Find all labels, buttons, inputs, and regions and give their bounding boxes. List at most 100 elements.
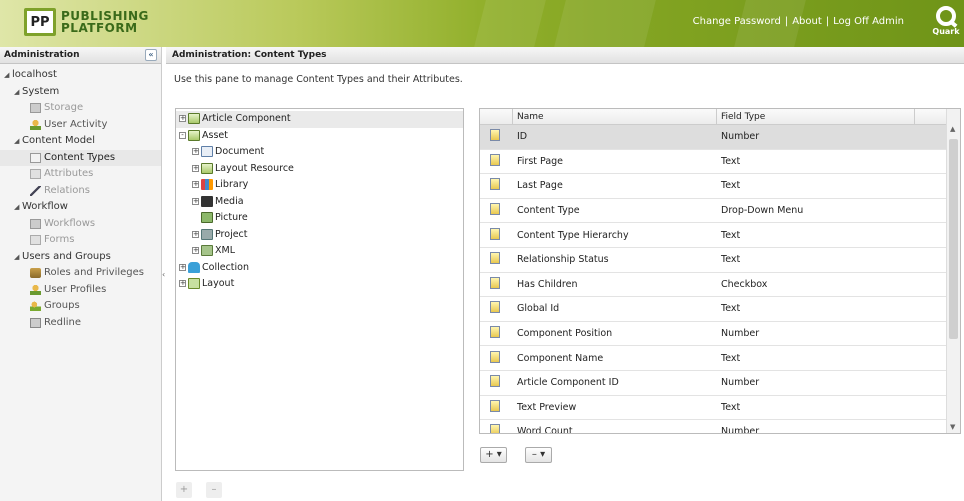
attribute-icon [490, 203, 500, 216]
sidebar-item-label: Users and Groups [22, 250, 111, 262]
sidebar-title: Administration [4, 50, 80, 60]
sidebar-item-label: Roles and Privileges [44, 267, 145, 278]
attribute-name-cell: Text Preview [517, 401, 577, 413]
content-type-label: Project [215, 228, 248, 240]
quark-logo: Quark [928, 6, 964, 42]
content-type-node[interactable]: + Layout [176, 276, 463, 293]
sidebar-item-label: Attributes [44, 168, 94, 179]
sidebar-item-attributes[interactable]: Attributes [0, 166, 161, 183]
layout-resource-icon [201, 162, 213, 174]
content-type-label: Article Component [202, 113, 291, 124]
sidebar-item-relations[interactable]: Relations [0, 183, 161, 200]
sidebar-item-groups[interactable]: Groups [0, 298, 161, 315]
sidebar-item-users-and-groups[interactable]: ◢ Users and Groups [0, 249, 161, 266]
collapse-sidebar-button[interactable]: « [145, 49, 157, 61]
content-type-node[interactable]: + Media [176, 194, 463, 211]
expand-node-icon[interactable]: + [192, 197, 199, 205]
sidebar-item-workflows[interactable]: Workflows [0, 216, 161, 233]
table-row[interactable]: Word Count Number [480, 420, 960, 434]
change-password-link[interactable]: Change Password [693, 16, 781, 27]
top-links: Change Password | About | Log Off Admin [693, 16, 904, 27]
column-header-icon[interactable] [480, 109, 513, 124]
content-type-node[interactable]: + XML [176, 243, 463, 260]
table-row[interactable]: Relationship Status Text [480, 248, 960, 273]
sidebar-item-roles-and-privileges[interactable]: Roles and Privileges [0, 265, 161, 282]
table-row[interactable]: Article Component ID Number [480, 371, 960, 396]
sidebar-item-content-model[interactable]: ◢ Content Model [0, 133, 161, 150]
expand-node-icon[interactable]: + [192, 164, 199, 172]
sidebar-item-content-types[interactable]: Content Types [0, 149, 161, 166]
collapse-node-icon[interactable]: - [179, 131, 186, 139]
sidebar-item-user-activity[interactable]: User Activity [0, 117, 161, 134]
relations-icon [30, 185, 41, 196]
add-content-type-button[interactable]: + [176, 482, 192, 498]
expand-node-icon[interactable]: + [179, 115, 186, 122]
content-type-node[interactable]: - Asset [176, 128, 463, 145]
table-row[interactable]: Global Id Text [480, 297, 960, 322]
content-type-label: Layout [202, 278, 235, 289]
column-header-name[interactable]: Name [513, 109, 717, 124]
content-type-label: Picture [215, 212, 248, 223]
content-type-node[interactable]: Picture [176, 210, 463, 227]
asset-icon [188, 129, 200, 141]
expand-node-icon[interactable]: + [179, 280, 186, 287]
table-row[interactable]: First Page Text [480, 150, 960, 175]
content-type-label: XML [215, 245, 235, 256]
expand-arrow-icon[interactable]: ◢ [14, 249, 22, 265]
scroll-down-icon[interactable]: ▼ [950, 423, 955, 431]
expand-arrow-icon[interactable]: ◢ [14, 84, 22, 100]
table-row[interactable]: Has Children Checkbox [480, 273, 960, 298]
expand-arrow-icon[interactable]: ◢ [14, 133, 22, 149]
expand-node-icon[interactable]: + [192, 181, 199, 188]
admin-sidebar: Administration « ◢ localhost ◢ System Storag… [0, 47, 162, 501]
sidebar-item-label: localhost [12, 69, 57, 80]
sidebar-item-workflow[interactable]: ◢ Workflow [0, 199, 161, 216]
field-type-cell: Text [721, 254, 741, 266]
app-logo: PP PUBLISHING PLATFORM [24, 8, 149, 36]
sidebar-item-label: Storage [44, 102, 84, 113]
expand-arrow-icon[interactable]: ◢ [14, 199, 22, 215]
grid-scrollbar[interactable]: ▲ ▼ [946, 109, 960, 433]
content-type-node[interactable]: + Library [176, 177, 463, 194]
remove-attribute-button[interactable]: – ▾ [525, 447, 552, 463]
expand-arrow-icon[interactable]: ◢ [4, 67, 12, 83]
sidebar-item-forms[interactable]: Forms [0, 232, 161, 249]
table-row[interactable]: Last Page Text [480, 174, 960, 199]
content-type-node[interactable]: + Article Component [176, 111, 463, 128]
expand-node-icon[interactable]: + [192, 148, 199, 155]
add-attribute-button[interactable]: + ▾ [480, 447, 507, 463]
remove-content-type-button[interactable]: – [206, 482, 222, 498]
grid-body: ID Number First Page Text Last Page Text Conte… [480, 125, 960, 434]
scroll-thumb[interactable] [949, 139, 958, 339]
column-header-field-type[interactable]: Field Type [717, 109, 915, 124]
content-type-node[interactable]: + Document [176, 144, 463, 161]
table-row[interactable]: Component Position Number [480, 322, 960, 347]
content-type-label: Asset [202, 129, 228, 141]
table-row[interactable]: Component Name Text [480, 346, 960, 371]
expand-node-icon[interactable]: + [192, 230, 199, 238]
about-link[interactable]: About [792, 16, 822, 27]
expand-node-icon[interactable]: + [192, 247, 199, 254]
roles-icon [30, 268, 41, 278]
log-off-link[interactable]: Log Off Admin [833, 16, 904, 27]
expand-node-icon[interactable]: + [179, 263, 186, 271]
content-type-node[interactable]: + Project [176, 227, 463, 244]
sidebar-item-user-profiles[interactable]: User Profiles [0, 282, 161, 299]
scroll-up-icon[interactable]: ▲ [950, 125, 955, 133]
content-type-node[interactable]: + Collection [176, 260, 463, 277]
table-row[interactable]: Content Type Drop-Down Menu [480, 199, 960, 224]
sidebar-item-redline[interactable]: Redline [0, 315, 161, 332]
attribute-name-cell: Component Position [517, 328, 613, 340]
field-type-cell: Number [721, 426, 760, 434]
table-row[interactable]: Content Type Hierarchy Text [480, 223, 960, 248]
sidebar-item-localhost[interactable]: ◢ localhost [0, 67, 161, 84]
sidebar-item-system[interactable]: ◢ System [0, 84, 161, 101]
library-icon [201, 179, 213, 190]
content-type-node[interactable]: + Layout Resource [176, 161, 463, 178]
sidebar-item-storage[interactable]: Storage [0, 100, 161, 117]
attribute-icon [490, 276, 500, 289]
table-row[interactable]: ID Number [480, 125, 960, 150]
attribute-name-cell: Global Id [517, 303, 560, 315]
table-row[interactable]: Text Preview Text [480, 396, 960, 421]
field-type-cell: Number [721, 377, 760, 389]
